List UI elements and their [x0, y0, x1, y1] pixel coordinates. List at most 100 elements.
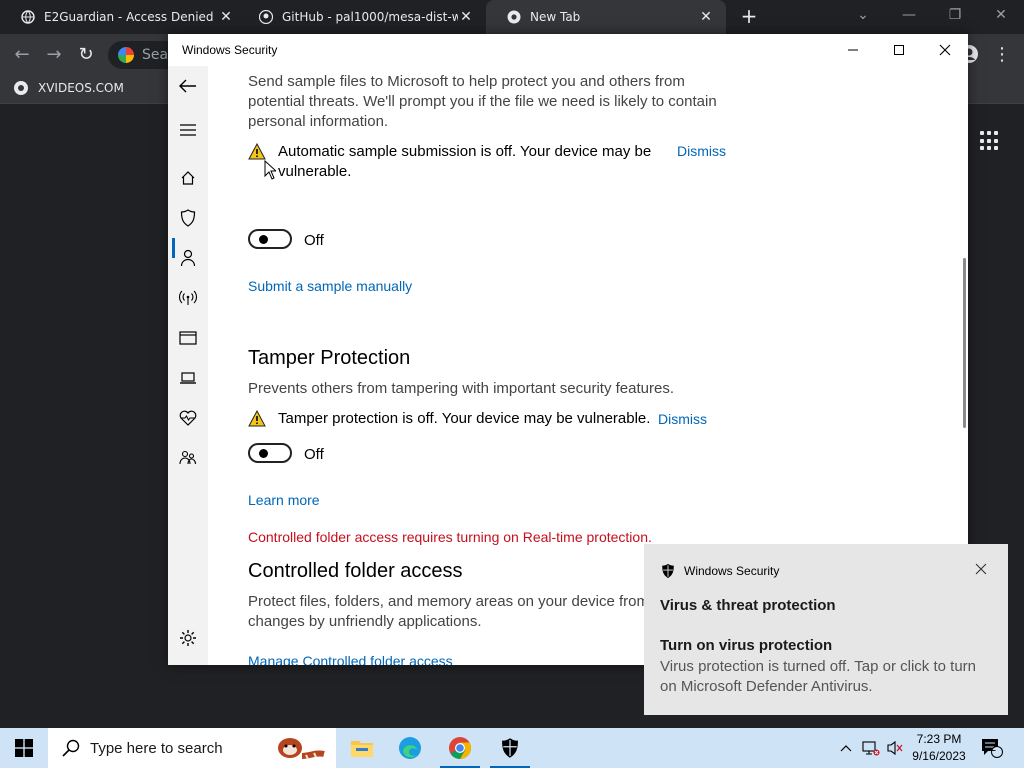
tamper-toggle-state: Off	[304, 446, 324, 463]
volume-muted-icon[interactable]	[884, 728, 906, 768]
site-icon	[14, 81, 28, 95]
shield-icon[interactable]	[176, 206, 200, 230]
tamper-description: Prevents others from tampering with impo…	[248, 380, 675, 397]
apps-grid-icon[interactable]	[980, 131, 1000, 151]
reload-icon[interactable]: ↻	[75, 44, 97, 66]
search-placeholder: Type here to search	[90, 739, 223, 757]
network-icon[interactable]	[860, 728, 882, 768]
new-tab-button[interactable]: +	[738, 6, 760, 28]
minimize-button[interactable]	[830, 34, 876, 66]
restore-icon[interactable]: ❐	[932, 0, 978, 30]
edge-icon	[399, 737, 421, 759]
chevron-down-icon[interactable]: ⌄	[840, 0, 886, 30]
close-button[interactable]	[922, 34, 968, 66]
laptop-icon[interactable]	[176, 366, 200, 390]
toast-app-name: Windows Security	[684, 564, 780, 578]
chrome-icon	[449, 737, 471, 759]
minimize-icon	[848, 49, 858, 51]
tab-title: GitHub - pal1000/mesa-dist-win	[282, 10, 458, 24]
taskbar-file-explorer[interactable]	[338, 728, 386, 768]
forward-arrow-icon[interactable]: →	[43, 44, 65, 66]
bookmark-label: XVIDEOS.COM	[38, 81, 124, 95]
taskbar-clock[interactable]: 7:23 PM 9/16/2023	[906, 731, 972, 765]
more-menu-icon[interactable]: ⋮	[991, 44, 1013, 66]
windows-taskbar: Type here to search 7:23 PM 9/16/2023 2	[0, 728, 1024, 768]
browser-tab-bar: E2Guardian - Access Denied ✕ GitHub - pa…	[0, 0, 1024, 34]
clock-time: 7:23 PM	[916, 732, 962, 746]
taskbar-windows-security[interactable]	[486, 728, 534, 768]
browser-window-icon[interactable]	[176, 326, 200, 350]
gear-icon[interactable]	[176, 626, 200, 650]
submit-sample-link[interactable]: Submit a sample manually	[248, 278, 412, 294]
cfa-heading: Controlled folder access	[248, 560, 463, 582]
back-arrow-icon[interactable]: ←	[11, 44, 33, 66]
back-arrow-icon[interactable]	[176, 74, 200, 98]
sample-warning-text: Automatic sample submission is off. Your…	[278, 143, 652, 160]
close-icon[interactable]	[974, 562, 988, 576]
notification-count: 2	[990, 742, 997, 754]
bookmark-item[interactable]: XVIDEOS.COM	[14, 81, 124, 95]
chevron-up-icon[interactable]	[836, 728, 856, 768]
manage-cfa-link[interactable]: Manage Controlled folder access	[248, 653, 453, 665]
person-icon[interactable]	[176, 246, 200, 270]
windows-logo-icon	[15, 739, 33, 757]
wireless-icon[interactable]	[176, 286, 200, 310]
selected-indicator	[172, 238, 175, 258]
window-titlebar: Windows Security	[168, 34, 968, 66]
maximize-icon	[894, 45, 904, 55]
toast-body: Virus protection is turned off. Tap or c…	[660, 658, 976, 695]
tab-e2guardian[interactable]: E2Guardian - Access Denied ✕	[0, 0, 246, 34]
chrome-icon	[506, 9, 522, 25]
sample-warning: Automatic sample submission is off. Your…	[248, 142, 651, 182]
sample-dismiss-link[interactable]: Dismiss	[677, 143, 726, 159]
clock-date: 9/16/2023	[912, 749, 966, 763]
hamburger-icon[interactable]	[176, 118, 200, 142]
taskbar-edge[interactable]	[386, 728, 434, 768]
warning-icon	[248, 410, 266, 427]
tab-new-tab[interactable]: New Tab ✕	[486, 0, 726, 34]
toast-title: Virus & threat protection	[660, 597, 836, 614]
security-notification-toast[interactable]: Windows Security Virus & threat protecti…	[644, 544, 1008, 715]
google-icon	[118, 47, 134, 63]
tamper-warning-text: Tamper protection is off. Your device ma…	[278, 410, 651, 427]
toast-header: Windows Security	[660, 563, 779, 579]
content-scrollbar[interactable]	[963, 258, 966, 428]
shield-icon	[662, 563, 674, 579]
tab-title: E2Guardian - Access Denied	[44, 10, 214, 24]
tab-title: New Tab	[530, 10, 581, 24]
close-icon[interactable]: ✕	[978, 0, 1024, 30]
shield-icon	[502, 738, 518, 758]
warning-icon	[248, 143, 266, 160]
close-icon[interactable]: ✕	[698, 9, 714, 25]
home-icon[interactable]	[176, 166, 200, 190]
toast-subtitle: Turn on virus protection	[660, 637, 833, 654]
red-panda-search-highlight-icon	[266, 730, 332, 766]
tab-github[interactable]: GitHub - pal1000/mesa-dist-win ✕	[238, 0, 486, 34]
maximize-button[interactable]	[876, 34, 922, 66]
close-icon[interactable]: ✕	[218, 9, 234, 25]
taskbar-search-box[interactable]: Type here to search	[48, 728, 336, 768]
learn-more-link[interactable]: Learn more	[248, 492, 320, 508]
tamper-protection-toggle[interactable]	[248, 443, 292, 463]
close-icon[interactable]: ✕	[458, 9, 474, 25]
sample-submission-toggle[interactable]	[248, 229, 292, 249]
search-icon	[62, 739, 80, 757]
heart-pulse-icon[interactable]	[176, 406, 200, 430]
action-center-button[interactable]: 2	[978, 728, 1006, 768]
folder-icon	[351, 741, 373, 757]
taskbar-chrome[interactable]	[436, 728, 484, 768]
tamper-heading: Tamper Protection	[248, 347, 411, 369]
navigation-sidebar	[168, 66, 208, 665]
cfa-description: Protect files, folders, and memory areas…	[248, 593, 650, 630]
sample-description: Send sample files to Microsoft to help p…	[248, 73, 717, 130]
start-button[interactable]	[0, 728, 48, 768]
cfa-error-message: Controlled folder access requires turnin…	[248, 529, 652, 545]
window-title: Windows Security	[182, 43, 278, 57]
tamper-warning: Tamper protection is off. Your device ma…	[248, 409, 650, 429]
mouse-cursor-icon	[264, 160, 276, 180]
sample-toggle-state: Off	[304, 232, 324, 249]
minimize-icon[interactable]: —	[886, 0, 932, 30]
tamper-dismiss-link[interactable]: Dismiss	[658, 411, 707, 427]
close-icon	[939, 44, 951, 56]
family-icon[interactable]	[176, 446, 200, 470]
